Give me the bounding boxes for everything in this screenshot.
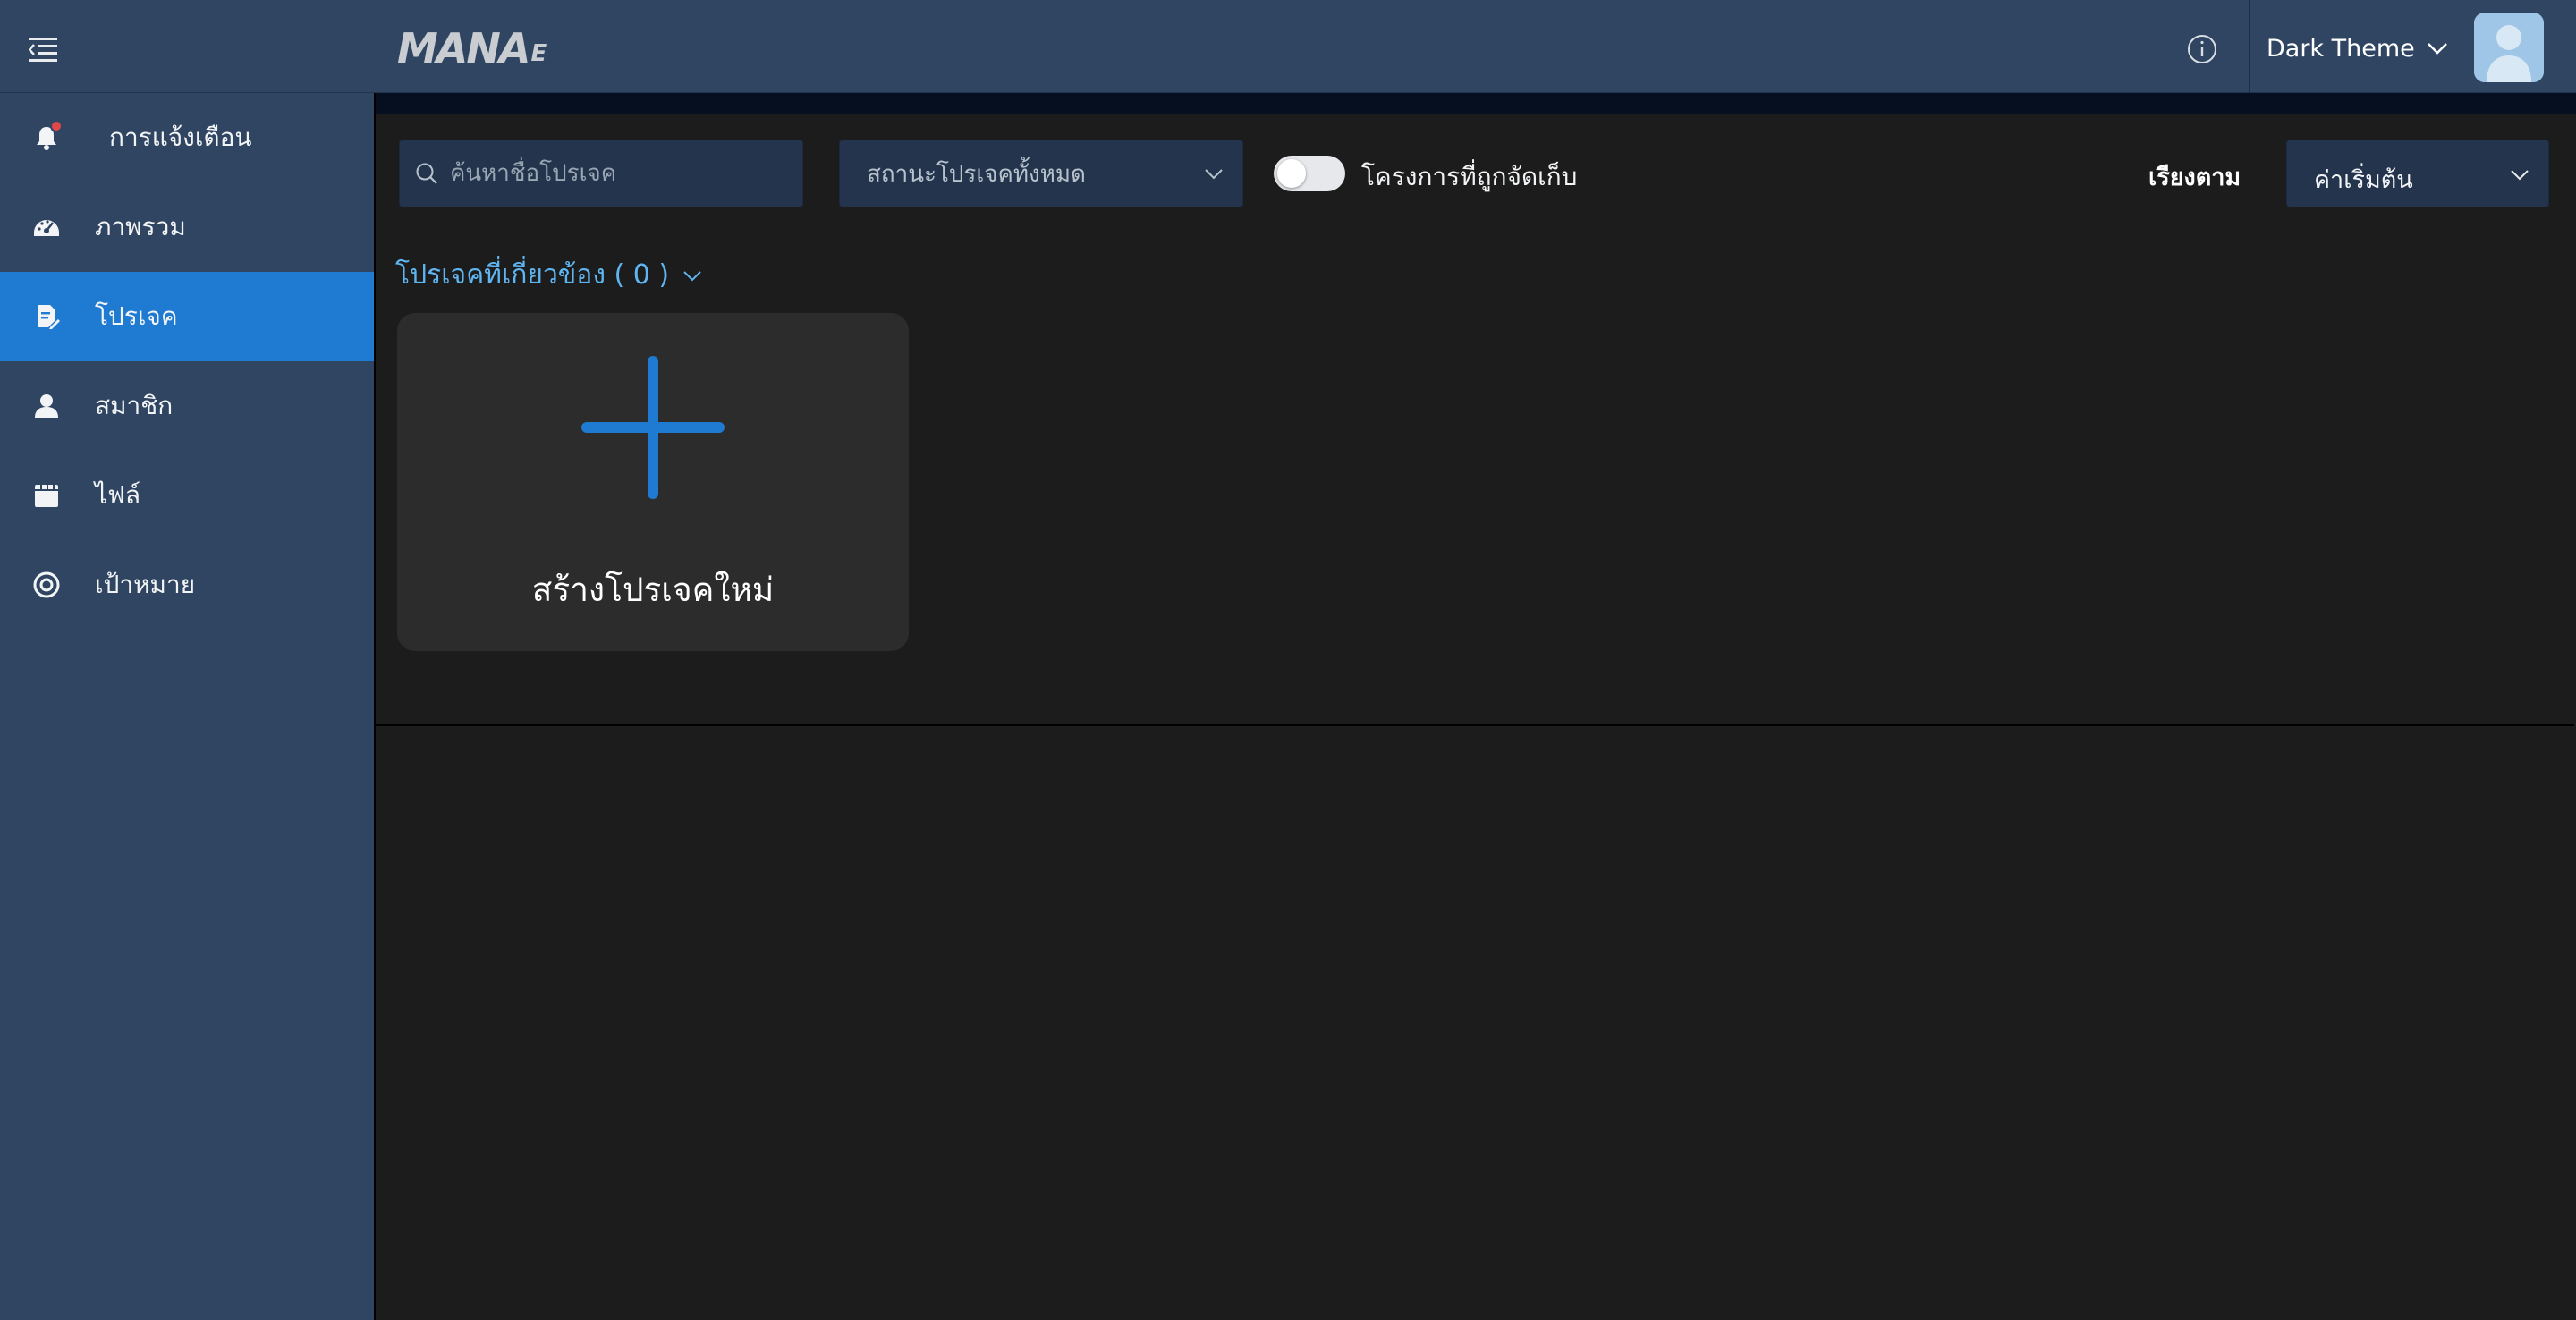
- theme-label: Dark Theme: [2267, 34, 2415, 63]
- avatar[interactable]: [2474, 13, 2544, 82]
- sidebar: การแจ้งเตือน ภาพรวม โปรเจค สมาชิก ไฟล์ เ…: [0, 93, 374, 1320]
- sidebar-item-label: ภาพรวม: [95, 212, 186, 241]
- sidebar-item-members[interactable]: สมาชิก: [0, 361, 374, 451]
- top-header: MANA E Dark Theme: [0, 0, 2576, 93]
- search-box[interactable]: [399, 140, 803, 207]
- dashboard-icon: [34, 220, 59, 236]
- search-input[interactable]: [450, 147, 790, 200]
- main-top-strip: [376, 93, 2576, 114]
- chevron-down-icon: [1205, 169, 1223, 180]
- main-content: สถานะโปรเจคทั้งหมด โครงการที่ถูกจัดเก็บ …: [374, 93, 2576, 1320]
- app-logo[interactable]: MANA E: [397, 24, 547, 72]
- chevron-down-icon: [2427, 43, 2447, 55]
- sidebar-item-label: การแจ้งเตือน: [109, 123, 252, 152]
- sort-value: ค่าเริ่มต้น: [2314, 166, 2413, 194]
- related-projects-toggle[interactable]: โปรเจคที่เกี่ยวข้อง ( 0 ): [395, 254, 703, 296]
- notification-badge: [50, 120, 63, 132]
- toggle-knob: [1277, 159, 1306, 188]
- section-title: โปรเจคที่เกี่ยวข้อง ( 0 ): [395, 259, 670, 291]
- archived-toggle[interactable]: [1274, 156, 1345, 191]
- theme-dropdown[interactable]: Dark Theme: [2267, 30, 2449, 66]
- logo-text: MANA: [397, 24, 530, 72]
- chevron-down-icon: [2511, 170, 2529, 181]
- sidebar-item-notifications[interactable]: การแจ้งเตือน: [0, 93, 374, 182]
- create-project-label: สร้างโปรเจคใหม่: [531, 571, 775, 609]
- sort-dropdown[interactable]: ค่าเริ่มต้น: [2286, 140, 2549, 207]
- sidebar-item-label: ไฟล์: [95, 480, 141, 510]
- file-icon: [35, 485, 58, 507]
- search-icon: [416, 163, 437, 184]
- sidebar-item-label: เป้าหมาย: [95, 570, 196, 599]
- projects-panel: สถานะโปรเจคทั้งหมด โครงการที่ถูกจัดเก็บ …: [376, 114, 2574, 726]
- status-filter-value: สถานะโปรเจคทั้งหมด: [867, 160, 1086, 188]
- sidebar-item-goals[interactable]: เป้าหมาย: [0, 540, 374, 630]
- sidebar-item-label: โปรเจค: [95, 301, 178, 331]
- logo-suffix: E: [530, 40, 547, 67]
- create-project-card[interactable]: สร้างโปรเจคใหม่: [397, 313, 909, 651]
- sidebar-item-overview[interactable]: ภาพรวม: [0, 182, 374, 272]
- sidebar-item-label: สมาชิก: [95, 391, 174, 420]
- chevron-down-icon: [683, 270, 701, 281]
- plus-icon: [581, 356, 724, 499]
- target-icon: [33, 571, 60, 598]
- sidebar-item-files[interactable]: ไฟล์: [0, 451, 374, 540]
- user-icon: [35, 394, 58, 418]
- menu-collapse-icon[interactable]: [28, 36, 61, 63]
- header-divider: [2249, 0, 2250, 93]
- project-icon: [38, 305, 60, 329]
- sidebar-item-projects[interactable]: โปรเจค: [0, 272, 374, 361]
- status-filter-dropdown[interactable]: สถานะโปรเจคทั้งหมด: [839, 140, 1243, 207]
- sort-label: เรียงตาม: [2148, 164, 2241, 191]
- info-icon[interactable]: [2186, 33, 2218, 65]
- archived-toggle-label: โครงการที่ถูกจัดเก็บ: [1361, 162, 1578, 191]
